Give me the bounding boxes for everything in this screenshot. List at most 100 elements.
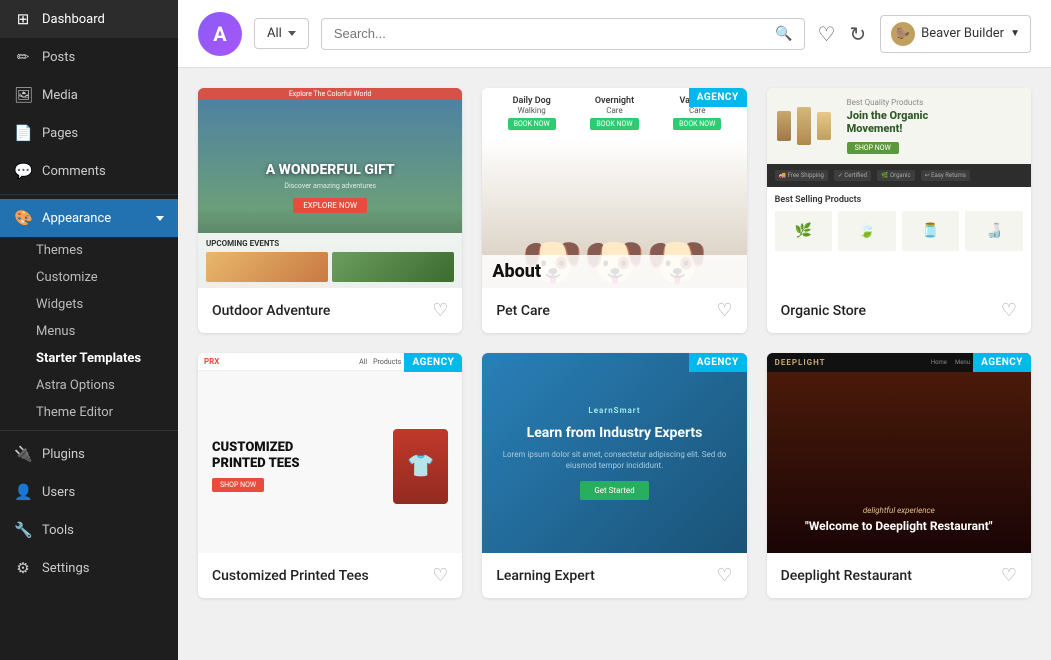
sidebar-item-posts[interactable]: ✏ Posts [0, 38, 178, 76]
templates-grid: Explore The Colorful World A WONDERFUL G… [198, 88, 1031, 598]
service-1: Daily DogWalkingBOOK NOW [508, 96, 556, 130]
sidebar-item-dashboard[interactable]: ⊞ Dashboard [0, 0, 178, 38]
template-footer-petcare: Pet Care ♡ [482, 288, 746, 333]
tools-icon: 🔧 [14, 521, 32, 539]
dashboard-icon: ⊞ [14, 10, 32, 28]
sidebar-sub-starter-templates[interactable]: Starter Templates ← [0, 345, 178, 372]
sidebar-item-label: Plugins [42, 447, 85, 462]
template-thumbnail-restaurant: AGENCY DEEPLIGHT Home Menu About Contact [767, 353, 1031, 553]
template-thumbnail-outdoor: Explore The Colorful World A WONDERFUL G… [198, 88, 462, 288]
organic-shop-btn: SHOP NOW [847, 142, 899, 154]
sidebar-item-comments[interactable]: 💬 Comments [0, 152, 178, 190]
template-card-outdoor[interactable]: Explore The Colorful World A WONDERFUL G… [198, 88, 462, 333]
plugins-icon: 🔌 [14, 445, 32, 463]
nav-item: Products [373, 358, 401, 366]
logo-letter: A [213, 22, 226, 46]
product-1: 🌿 [775, 211, 833, 251]
tshirt-headline: CUSTOMIZEDPRINTED TEES [212, 440, 299, 471]
organic-products-section: Best Selling Products 🌿 🍃 🫙 🍶 [767, 187, 1031, 259]
template-card-learning[interactable]: AGENCY LearnSmart Learn from Industry Ex… [482, 353, 746, 598]
search-input[interactable] [334, 26, 767, 41]
feature-2: ✓ Certified [834, 170, 871, 181]
restaurant-hero: delightful experience "Welcome to Deepli… [767, 372, 1031, 553]
users-icon: 👤 [14, 483, 32, 501]
search-box: 🔍 [321, 18, 806, 50]
template-name-tshirt: Customized Printed Tees [212, 568, 369, 584]
organic-features: 🚚 Free Shipping ✓ Certified 🌿 Organic ↩ … [775, 170, 1023, 181]
astra-logo: A [198, 12, 242, 56]
starter-templates-label: Starter Templates [36, 351, 141, 366]
sidebar-item-settings[interactable]: ⚙ Settings [0, 549, 178, 587]
template-footer-tshirt: Customized Printed Tees ♡ [198, 553, 462, 598]
favorite-button-outdoor[interactable]: ♡ [432, 300, 448, 321]
tshirt-hero: CUSTOMIZEDPRINTED TEES SHOP NOW 👕 [198, 379, 462, 553]
favorite-button-petcare[interactable]: ♡ [717, 300, 733, 321]
template-name-petcare: Pet Care [496, 303, 550, 319]
feature-1: 🚚 Free Shipping [775, 170, 828, 181]
template-card-organic[interactable]: Best Quality Products Join the OrganicMo… [767, 88, 1031, 333]
product-2: 🍃 [838, 211, 896, 251]
chevron-down-icon: ▼ [1010, 28, 1020, 39]
template-thumbnail-organic: Best Quality Products Join the OrganicMo… [767, 88, 1031, 288]
sidebar-item-pages[interactable]: 📄 Pages [0, 114, 178, 152]
sidebar-item-label: Media [42, 88, 78, 103]
sidebar-item-plugins[interactable]: 🔌 Plugins [0, 435, 178, 473]
sidebar-sub-menus[interactable]: Menus [0, 318, 178, 345]
favorite-button-organic[interactable]: ♡ [1001, 300, 1017, 321]
template-thumbnail-learning: AGENCY LearnSmart Learn from Industry Ex… [482, 353, 746, 553]
template-name-restaurant: Deeplight Restaurant [781, 568, 912, 584]
sidebar-item-media[interactable]: 🖼 Media [0, 76, 178, 114]
organic-text: Best Quality Products Join the OrganicMo… [847, 98, 929, 154]
sidebar-item-label: Users [42, 485, 75, 500]
favorite-button-learning[interactable]: ♡ [717, 565, 733, 586]
sidebar-item-label: Posts [42, 50, 75, 65]
divider-1 [0, 194, 178, 195]
sidebar-item-label: Comments [42, 164, 106, 179]
sidebar-item-label: Pages [42, 126, 78, 141]
product-3: 🫙 [902, 211, 960, 251]
chevron-down-icon [288, 31, 296, 36]
favorite-button-restaurant[interactable]: ♡ [1001, 565, 1017, 586]
nav-item: All [359, 358, 367, 366]
sidebar-item-users[interactable]: 👤 Users [0, 473, 178, 511]
sidebar-item-label: Dashboard [42, 12, 105, 27]
sidebar-sub-theme-editor[interactable]: Theme Editor [0, 399, 178, 426]
sidebar-item-appearance[interactable]: 🎨 Appearance [0, 199, 178, 237]
sidebar: ⊞ Dashboard ✏ Posts 🖼 Media 📄 Pages 💬 Co… [0, 0, 178, 660]
template-name-learning: Learning Expert [496, 568, 594, 584]
template-name-organic: Organic Store [781, 303, 866, 319]
divider-2 [0, 430, 178, 431]
posts-icon: ✏ [14, 48, 32, 66]
service-2: OvernightCareBOOK NOW [590, 96, 638, 130]
sidebar-item-label: Settings [42, 561, 89, 576]
organic-features-bar: 🚚 Free Shipping ✓ Certified 🌿 Organic ↩ … [767, 164, 1031, 187]
sidebar-sub-customize[interactable]: Customize [0, 264, 178, 291]
favorite-button-tshirt[interactable]: ♡ [432, 565, 448, 586]
main-content: A All 🔍 ♡ ↻ 🦫 Beaver Builder ▼ [178, 0, 1051, 660]
template-card-petcare[interactable]: AGENCY Daily DogWalkingBOOK NOW Overnigh… [482, 88, 746, 333]
products-row: 🌿 🍃 🫙 🍶 [775, 211, 1023, 251]
outdoor-hero-sub: Discover amazing adventures [284, 182, 376, 190]
sidebar-sub-themes[interactable]: Themes [0, 237, 178, 264]
sidebar-sub-astra-options[interactable]: Astra Options [0, 372, 178, 399]
favorites-icon[interactable]: ♡ [817, 22, 835, 46]
sidebar-item-tools[interactable]: 🔧 Tools [0, 511, 178, 549]
organic-hero: Best Quality Products Join the OrganicMo… [767, 88, 1031, 164]
refresh-icon[interactable]: ↻ [849, 22, 866, 46]
user-menu-button[interactable]: 🦫 Beaver Builder ▼ [880, 15, 1031, 53]
template-footer-restaurant: Deeplight Restaurant ♡ [767, 553, 1031, 598]
template-card-tshirt[interactable]: AGENCY PRX All Products About Contact [198, 353, 462, 598]
restaurant-headline: "Welcome to Deeplight Restaurant" [805, 519, 993, 533]
product-4: 🍶 [965, 211, 1023, 251]
restaurant-logo: DEEPLIGHT [775, 358, 826, 367]
settings-icon: ⚙ [14, 559, 32, 577]
template-card-restaurant[interactable]: AGENCY DEEPLIGHT Home Menu About Contact [767, 353, 1031, 598]
outdoor-hero-title: A WONDERFUL GIFT [266, 162, 395, 178]
filter-dropdown[interactable]: All [254, 18, 309, 49]
learning-description: Lorem ipsum dolor sit amet, consectetur … [496, 449, 732, 471]
sidebar-sub-widgets[interactable]: Widgets [0, 291, 178, 318]
event-card-1 [206, 252, 328, 282]
chevron-down-icon [156, 216, 164, 221]
event-card-2 [332, 252, 454, 282]
template-footer-learning: Learning Expert ♡ [482, 553, 746, 598]
